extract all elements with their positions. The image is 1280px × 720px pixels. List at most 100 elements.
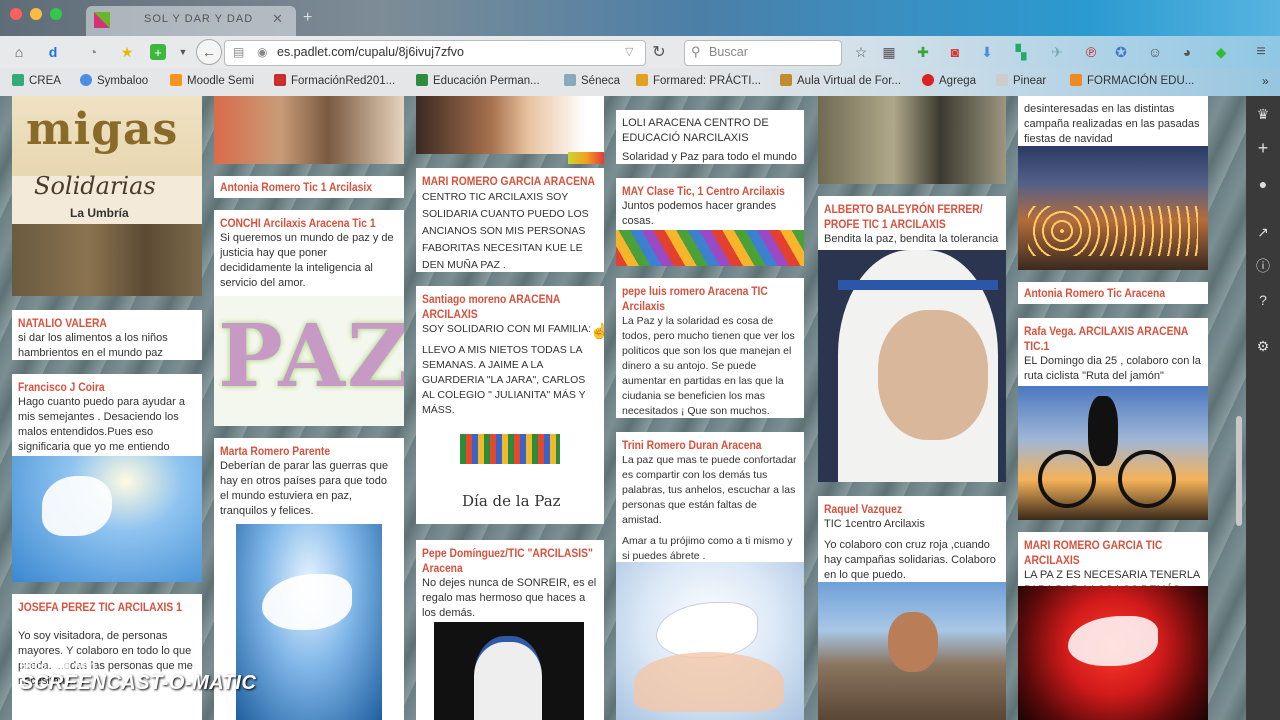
padlet-favicon-icon (94, 12, 110, 28)
download-icon[interactable]: ⬇ (976, 41, 998, 63)
pocket-icon[interactable]: ◙ (944, 41, 966, 63)
dove-hands-image (616, 562, 804, 720)
smiley-icon[interactable]: ☺ (1144, 41, 1166, 63)
bookmark-agrega[interactable]: Agrega (922, 74, 976, 87)
bookmark-star-icon[interactable]: ☆ (850, 41, 872, 63)
info-icon[interactable]: ⓘ (1255, 258, 1271, 274)
bookmark-symbaloo[interactable]: Symbaloo (80, 74, 148, 87)
note-josefa[interactable]: JOSEFA PEREZ TIC ARCILAXIS 1 Yo soy visi… (12, 594, 202, 720)
note-body: TIC 1centro Arcilaxis (824, 518, 925, 530)
address-bar[interactable]: ▤ ◉ es.padlet.com/cupalu/8j6ivuj7zfvo ▽ (224, 40, 646, 66)
settings-gear-icon[interactable]: ⚙ (1255, 338, 1271, 354)
rss-icon[interactable]: ◔ (82, 41, 104, 63)
close-tab-icon[interactable]: ✕ (272, 11, 283, 27)
bookmark-formacion-edu[interactable]: FORMACIÓN EDU... (1070, 74, 1194, 87)
poster-photos (12, 224, 202, 296)
note-alberto[interactable]: ALBERTO BALEYRÓN FERRER/ PROFE TIC 1 ARC… (818, 196, 1006, 482)
cooking-pots-card[interactable] (818, 96, 1006, 184)
pinterest-icon[interactable]: ℗ (1080, 41, 1102, 63)
note-may[interactable]: MAY Clase Tic, 1 Centro Arcilaxis Juntos… (616, 178, 804, 266)
maximize-window-button[interactable] (50, 8, 62, 20)
cooking-pots-image (818, 96, 1006, 184)
bookmark-educacion[interactable]: Educación Perman... (416, 74, 540, 87)
menu-icon[interactable]: ≡ (1250, 41, 1272, 63)
poster-subtitle: Solidarias (34, 172, 156, 200)
note-body: Hago cuanto puedo para ayudar a mis seme… (18, 396, 185, 453)
note-rafa[interactable]: Rafa Vega. ARCILAXIS ARACENA TIC.1 EL Do… (1018, 318, 1208, 520)
note-antonia-1[interactable]: Antonia Romero Tic 1 Arcilasix (214, 176, 404, 198)
junta-icon (416, 74, 428, 86)
hands-photo-card[interactable] (416, 96, 604, 154)
bookmark-seneca[interactable]: Séneca (564, 74, 620, 87)
note-body: La paz que mas te puede confortadar es c… (622, 454, 797, 526)
dove-image (236, 524, 382, 720)
back-button[interactable]: ← (196, 39, 222, 65)
add-post-icon[interactable]: + (1255, 139, 1271, 157)
note-natalio[interactable]: NATALIO VALERA si dar los alimentos a lo… (12, 310, 202, 360)
add-icon[interactable]: + (150, 44, 166, 60)
bookmark-formared[interactable]: Formared: PRÁCTI... (636, 74, 761, 87)
browser-tab[interactable]: SOL Y DAR Y DAD ✕ (86, 6, 296, 36)
note-trini[interactable]: Trini Romero Duran Aracena La paz que ma… (616, 432, 804, 720)
mouse-cursor-icon: ☝ (590, 323, 609, 340)
bookmark-moodle[interactable]: Moodle Semi (170, 74, 254, 87)
chrome-icon[interactable]: ◕ (1176, 41, 1198, 63)
cyclist-silhouette-image (1018, 386, 1208, 520)
puzzle-icon[interactable]: ✚ (912, 41, 934, 63)
wall-scrollbar[interactable] (1236, 416, 1242, 526)
note-title: Antonia Romero Tic Aracena (1024, 286, 1166, 300)
user-icon[interactable]: ● (1255, 176, 1271, 192)
reading-list-icon[interactable]: ▦ (878, 41, 900, 63)
close-window-button[interactable] (10, 8, 22, 20)
bookmark-aula-virtual[interactable]: Aula Virtual de For... (780, 74, 901, 87)
note-pepe-dominguez[interactable]: Pepe Domínguez/TIC "ARCILASIS" Aracena N… (416, 540, 604, 720)
children-drawing (460, 434, 560, 464)
new-tab-icon[interactable]: + (303, 9, 312, 27)
note-loli[interactable]: LOLI ARACENA CENTRO DE EDUCACIÓ NARCILAX… (616, 110, 804, 164)
note-title: pepe luis romero Aracena TIC Arcilaxis (622, 284, 768, 313)
note-title: Raquel Vazquez (824, 502, 903, 516)
tab-title: SOL Y DAR Y DAD (144, 13, 254, 25)
bookmark-crea[interactable]: CREA (12, 74, 61, 87)
mother-teresa-photo (434, 622, 584, 720)
home-icon[interactable]: ⌂ (8, 41, 30, 63)
migas-poster-card[interactable]: migas Solidarias La Umbría (12, 96, 202, 296)
children-photo (818, 582, 1006, 720)
note-body-2: Yo colaboro con cruz roja ,cuando hay ca… (824, 539, 996, 581)
note-francisco[interactable]: Francisco J Coira Hago cuanto puedo para… (12, 374, 202, 582)
crown-icon[interactable]: ♛ (1255, 106, 1271, 122)
note-santiago[interactable]: Santiago moreno ARACENA ARCILAXIS SOY SO… (416, 286, 604, 524)
bookmark-pinear[interactable]: Pinear (996, 74, 1046, 87)
bookmark-formacionred[interactable]: FormaciónRed201... (274, 74, 395, 87)
note-mari-romero-2[interactable]: MARI ROMERO GARCIA TIC ARCILAXIS LA PA Z… (1018, 532, 1208, 720)
reload-icon[interactable]: ↻ (648, 41, 670, 63)
cooking-photo-card[interactable] (214, 96, 404, 164)
note-raquel[interactable]: Raquel Vazquez TIC 1centro Arcilaxis Yo … (818, 496, 1006, 720)
d-extension-icon[interactable]: d (42, 41, 64, 63)
note-title: Marta Romero Parente (220, 444, 331, 458)
chevron-down-icon[interactable]: ▼ (172, 41, 194, 63)
note-mari-romero-1[interactable]: MARI ROMERO GARCIA ARACENA CENTRO TIC AR… (416, 168, 604, 272)
note-navidad[interactable]: desinteresadas en las distintas campaña … (1018, 96, 1208, 270)
note-title: NATALIO VALERA (18, 316, 107, 330)
extension-icon[interactable]: ◆ (1210, 41, 1232, 63)
send-icon[interactable]: ✈ (1046, 41, 1068, 63)
dove-sky-image (12, 456, 202, 582)
help-icon[interactable]: ? (1255, 292, 1271, 308)
minimize-window-button[interactable] (30, 8, 42, 20)
note-antonia-2[interactable]: Antonia Romero Tic Aracena (1018, 282, 1208, 304)
note-title: Rafa Vega. ARCILAXIS ARACENA TIC.1 (1024, 324, 1189, 353)
note-pepe-luis[interactable]: pepe luis romero Aracena TIC Arcilaxis L… (616, 278, 804, 418)
note-conchi[interactable]: CONCHI Arcilaxis Aracena Tic 1 Si querem… (214, 210, 404, 426)
share-icon[interactable]: ↗ (1255, 224, 1271, 240)
note-title: Trini Romero Duran Aracena (622, 438, 762, 452)
mother-teresa-portrait (818, 250, 1006, 482)
badge-icon[interactable]: ✪ (1110, 41, 1132, 63)
grid-icon[interactable]: ▚ (1010, 41, 1032, 63)
more-bookmarks-icon[interactable]: » (1262, 74, 1269, 88)
url-dropdown-icon[interactable]: ▽ (625, 45, 633, 58)
browser-toolbar: ⌂ d ◔ ★ + ▼ ← ▤ ◉ es.padlet.com/cupalu/8… (0, 36, 1280, 68)
reader-icon: ▤ (233, 45, 245, 59)
star-bookmark-icon[interactable]: ★ (116, 41, 138, 63)
search-box[interactable]: ⚲ Buscar (684, 40, 842, 66)
